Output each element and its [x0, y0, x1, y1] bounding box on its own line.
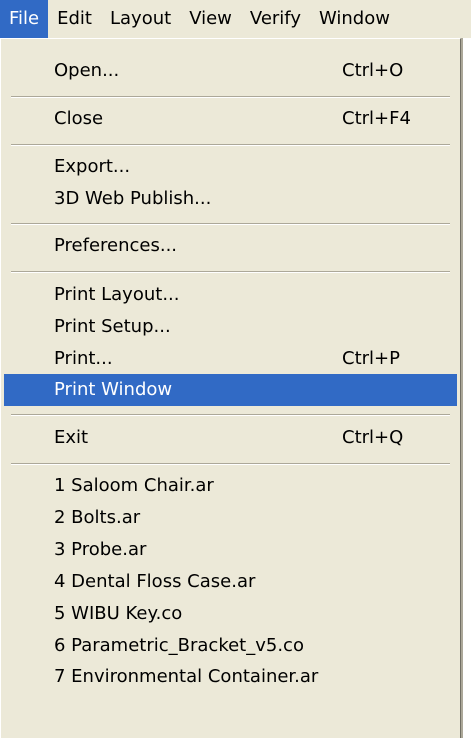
menu-item-label: Export... — [54, 156, 131, 177]
menu-item-label: 7 Environmental Container.ar — [54, 666, 319, 687]
menu-item-exit[interactable]: Exit Ctrl+Q — [4, 422, 457, 454]
menu-item-open[interactable]: Open... Ctrl+O — [4, 55, 457, 87]
menu-item-shortcut: Ctrl+Q — [342, 427, 404, 448]
menu-separator — [11, 96, 450, 98]
menu-file[interactable]: File — [0, 0, 49, 38]
menu-item-preferences[interactable]: Preferences... — [4, 230, 457, 262]
menu-item-label: 4 Dental Floss Case.ar — [54, 571, 256, 592]
recent-file-item[interactable]: 6 Parametric_Bracket_v5.co — [4, 630, 457, 662]
recent-file-item[interactable]: 4 Dental Floss Case.ar — [4, 566, 457, 598]
menu-separator — [11, 223, 450, 225]
menu-view[interactable]: View — [180, 0, 241, 38]
menu-item-label: Open... — [54, 60, 120, 81]
menu-item-label: Print Layout... — [54, 284, 180, 305]
menu-edit[interactable]: Edit — [48, 0, 101, 38]
menu-item-label: Print Setup... — [54, 316, 171, 337]
menu-verify[interactable]: Verify — [241, 0, 310, 38]
menu-item-close[interactable]: Close Ctrl+F4 — [4, 103, 457, 135]
menu-item-label: 5 WIBU Key.co — [54, 603, 183, 624]
menu-item-label: 3D Web Publish... — [54, 188, 212, 209]
menu-item-label: 1 Saloom Chair.ar — [54, 475, 214, 496]
menu-item-label: Print... — [54, 348, 113, 369]
menu-item-print-setup[interactable]: Print Setup... — [4, 311, 457, 343]
menu-bar: File Edit Layout View Verify Window — [0, 0, 471, 38]
menu-item-label: 2 Bolts.ar — [54, 507, 141, 528]
menu-item-label: Exit — [54, 427, 89, 448]
recent-file-item[interactable]: 5 WIBU Key.co — [4, 598, 457, 630]
recent-file-item[interactable]: 2 Bolts.ar — [4, 502, 457, 534]
recent-file-item[interactable]: 3 Probe.ar — [4, 534, 457, 566]
menu-item-label: Print Window — [54, 379, 173, 400]
menu-item-label: Preferences... — [54, 235, 178, 256]
recent-file-item[interactable]: 7 Environmental Container.ar — [4, 661, 457, 693]
menu-layout[interactable]: Layout — [101, 0, 180, 38]
menu-item-export[interactable]: Export... — [4, 151, 457, 183]
file-menu-dropdown: Open... Ctrl+O Close Ctrl+F4 Export... 3… — [0, 38, 461, 738]
menu-separator — [11, 271, 450, 273]
menu-item-label: 3 Probe.ar — [54, 539, 147, 560]
menu-item-print[interactable]: Print... Ctrl+P — [4, 343, 457, 375]
application-window: File Edit Layout View Verify Window Open… — [0, 0, 471, 738]
menu-item-label: Close — [54, 108, 104, 129]
menu-item-label: 6 Parametric_Bracket_v5.co — [54, 635, 304, 656]
menu-separator — [11, 463, 450, 465]
menu-item-print-layout[interactable]: Print Layout... — [4, 279, 457, 311]
menu-window[interactable]: Window — [310, 0, 399, 38]
menu-item-shortcut: Ctrl+O — [342, 60, 404, 81]
recent-file-item[interactable]: 1 Saloom Chair.ar — [4, 470, 457, 502]
menu-separator — [11, 414, 450, 416]
menu-item-3d-web-publish[interactable]: 3D Web Publish... — [4, 183, 457, 215]
menu-separator — [11, 144, 450, 146]
menu-item-print-window[interactable]: Print Window — [4, 374, 457, 406]
menu-item-shortcut: Ctrl+P — [342, 348, 400, 369]
menu-item-shortcut: Ctrl+F4 — [342, 108, 411, 129]
